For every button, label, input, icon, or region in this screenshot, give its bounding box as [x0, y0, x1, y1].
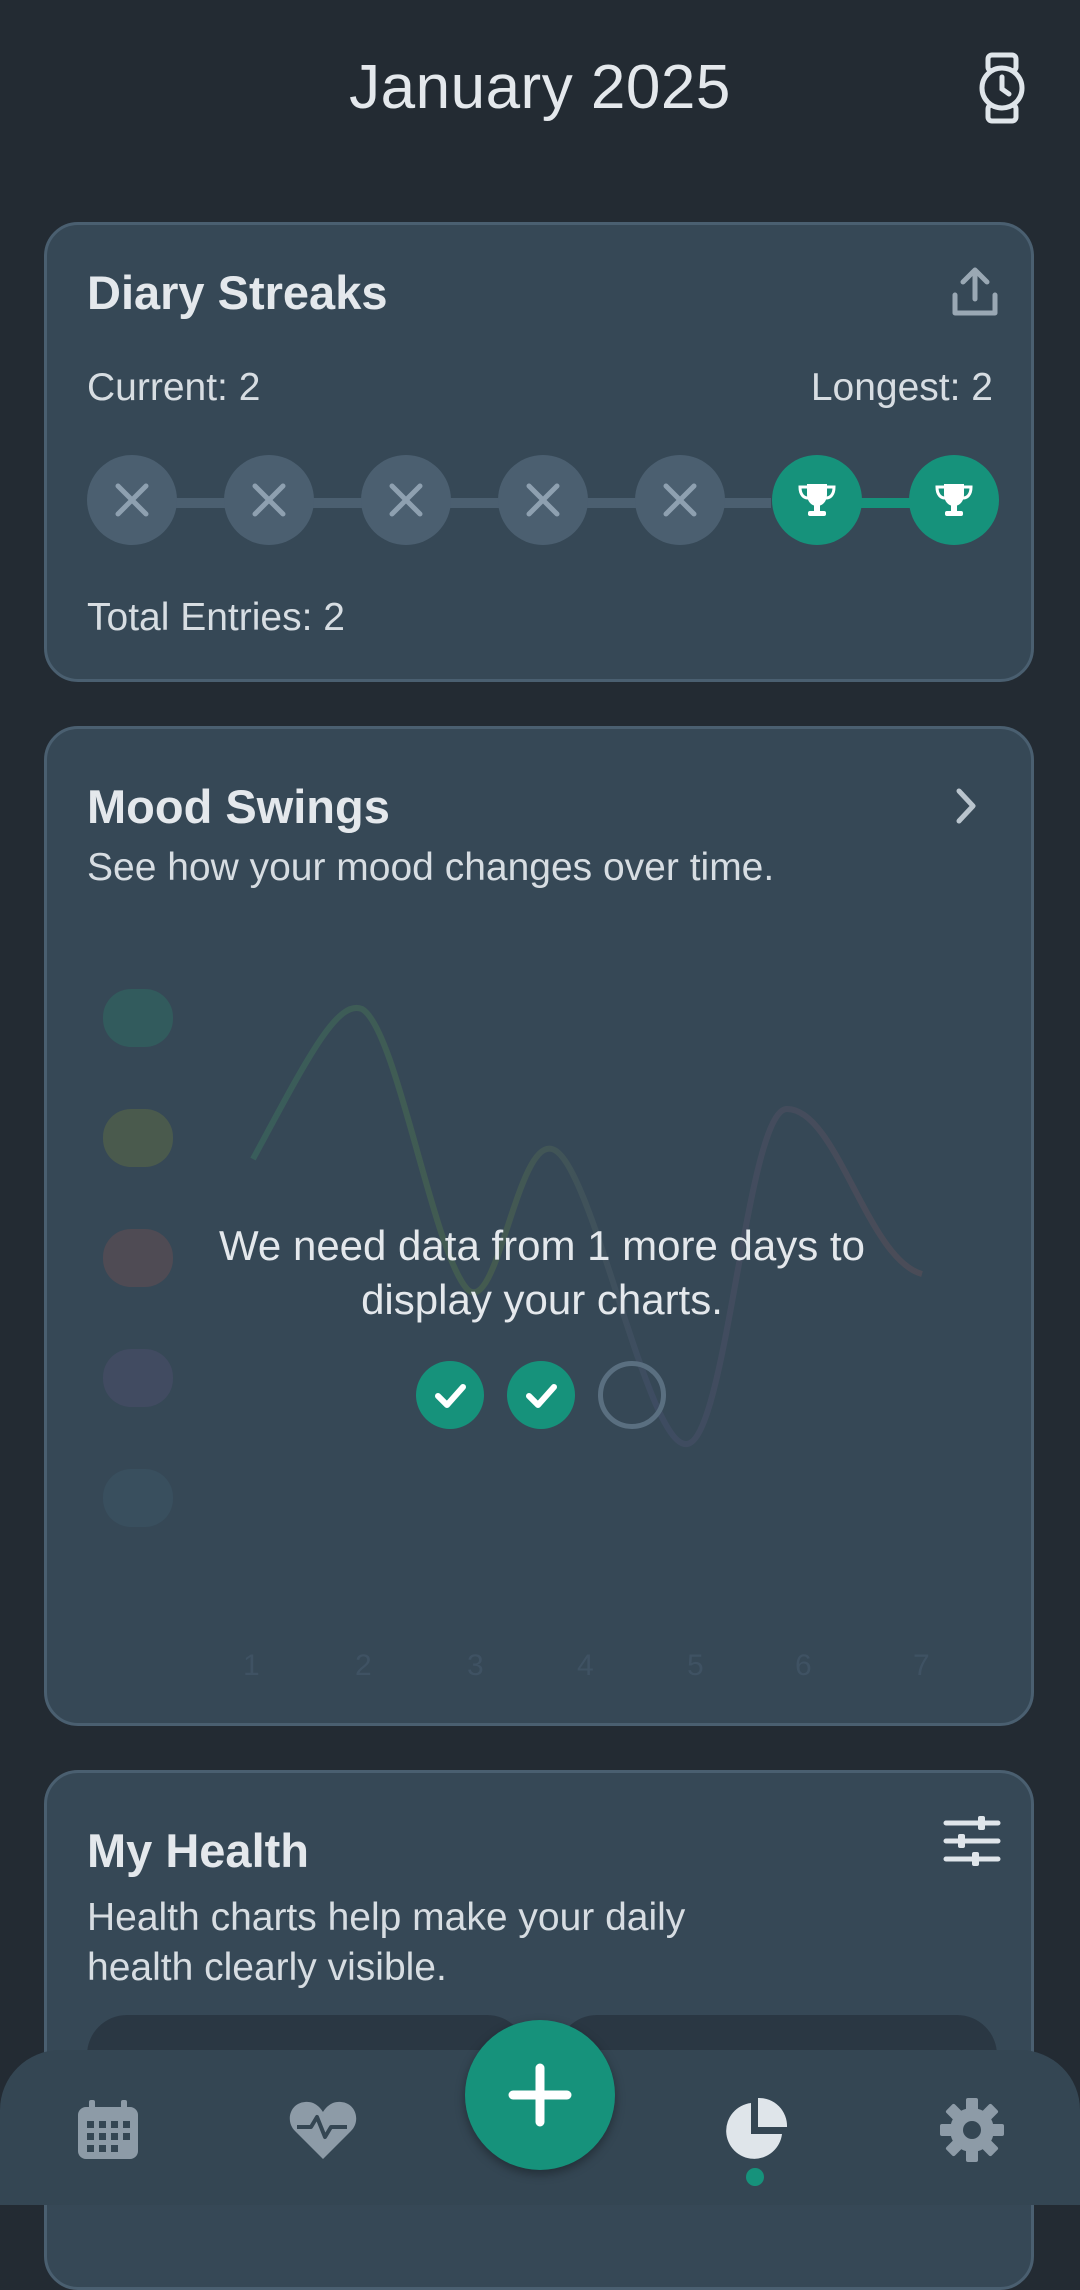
progress-pending: [598, 1361, 666, 1429]
close-icon: [526, 483, 560, 517]
streak-day-missed: [361, 455, 451, 545]
active-tab-indicator: [746, 2168, 764, 2186]
check-icon: [435, 1384, 466, 1408]
check-icon: [526, 1384, 557, 1408]
streak-day-missed: [87, 455, 177, 545]
streak-longest: Longest: 2: [810, 366, 993, 409]
add-icon: [508, 2063, 572, 2127]
share-icon[interactable]: [947, 265, 1003, 321]
streak-day-done: [909, 455, 999, 545]
streak-current: Current: 2: [87, 366, 261, 409]
x-tick: 2: [355, 1649, 372, 1682]
close-icon: [389, 483, 423, 517]
gear-icon[interactable]: [932, 2090, 1012, 2170]
page-title[interactable]: January 2025: [0, 52, 1080, 123]
x-tick: 4: [577, 1649, 594, 1682]
close-icon: [115, 483, 149, 517]
x-tick: 1: [243, 1649, 260, 1682]
pie-chart-icon[interactable]: [715, 2090, 795, 2170]
trophy-icon: [798, 484, 836, 516]
progress-done: [507, 1361, 575, 1429]
streak-day-missed: [224, 455, 314, 545]
streak-day-missed: [635, 455, 725, 545]
trophy-icon: [935, 484, 973, 516]
heart-icon[interactable]: [283, 2090, 363, 2170]
no-data-message: We need data from 1 more days to display…: [47, 1219, 1031, 1327]
calendar-icon[interactable]: [68, 2090, 148, 2170]
x-axis-ticks: 1 2 3 4 5 6 7: [47, 1649, 1031, 1689]
x-tick: 6: [795, 1649, 812, 1682]
streak-day-done: [772, 455, 862, 545]
sliders-icon[interactable]: [942, 1811, 1002, 1871]
diary-streaks-card: Diary Streaks Current: 2 Longest: 2 Tota…: [44, 222, 1034, 682]
add-entry-button[interactable]: [465, 2020, 615, 2170]
progress-done: [416, 1361, 484, 1429]
mood-swings-card[interactable]: Mood Swings See how your mood changes ov…: [44, 726, 1034, 1726]
x-tick: 3: [467, 1649, 484, 1682]
no-data-line1: We need data from 1 more days to: [219, 1222, 865, 1269]
health-subtitle-1: Health charts help make your daily: [87, 1896, 686, 1939]
x-tick: 7: [913, 1649, 930, 1682]
streak-day-missed: [498, 455, 588, 545]
no-data-line2: display your charts.: [361, 1276, 723, 1323]
watch-icon[interactable]: [974, 52, 1030, 124]
close-icon: [663, 483, 697, 517]
streaks-title: Diary Streaks: [87, 266, 388, 319]
close-icon: [252, 483, 286, 517]
streak-total: Total Entries: 2: [87, 596, 345, 639]
health-subtitle-2: health clearly visible.: [87, 1946, 447, 1989]
health-title: My Health: [87, 1824, 309, 1877]
x-tick: 5: [687, 1649, 704, 1682]
